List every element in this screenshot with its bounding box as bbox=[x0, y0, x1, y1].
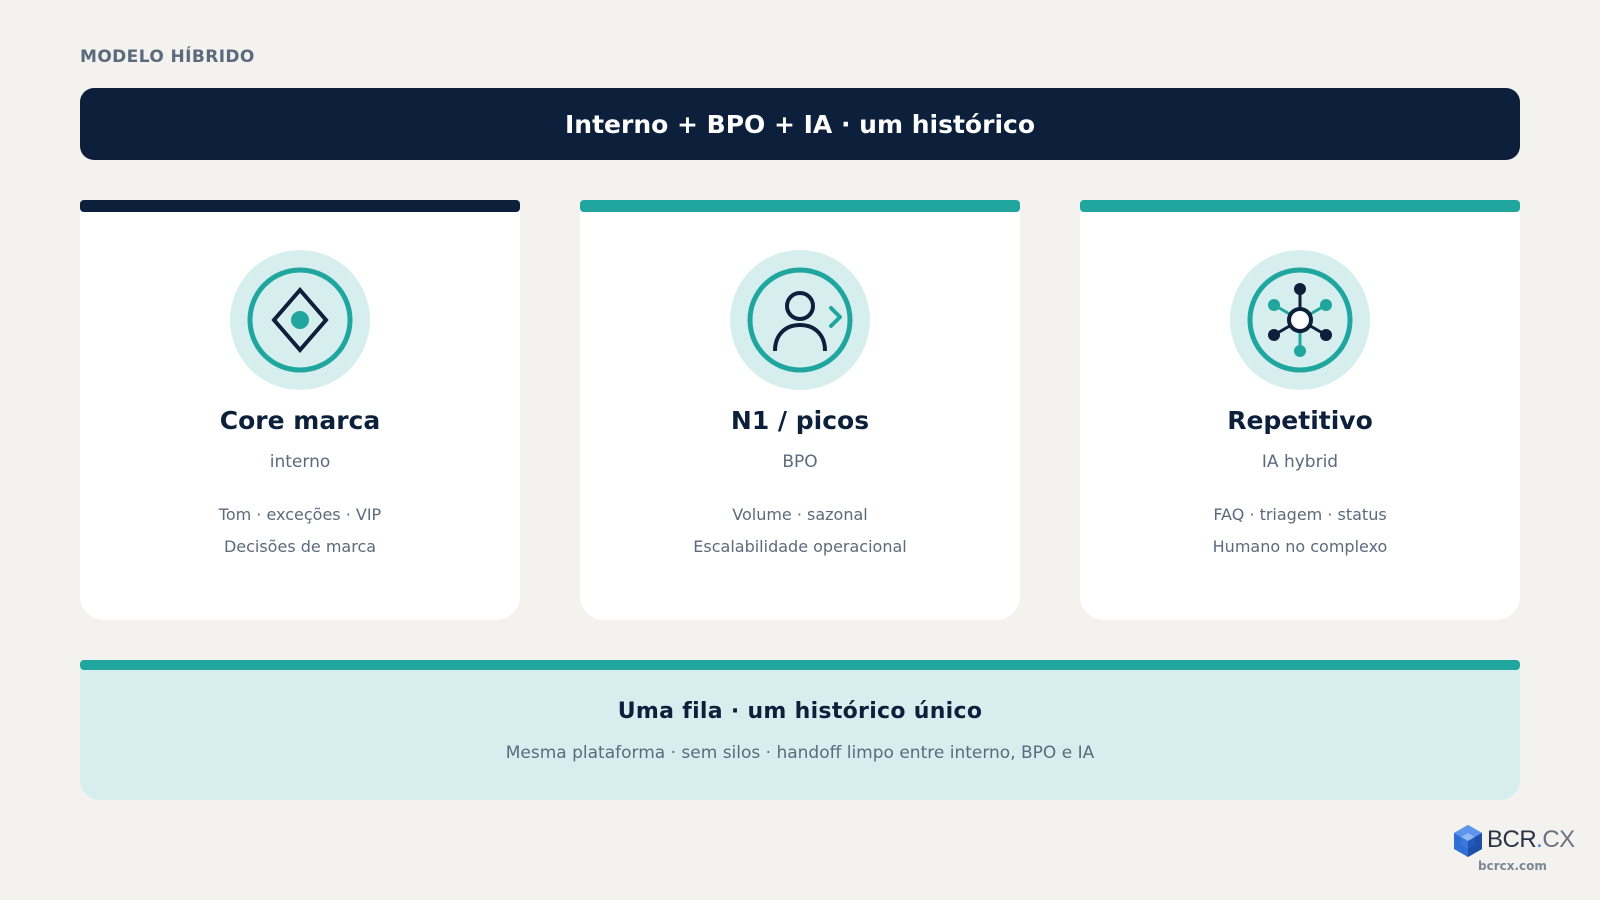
brand-url: bcrcx.com bbox=[1478, 859, 1547, 873]
card-subtitle: interno bbox=[269, 452, 331, 472]
brand-name-suffix: CX bbox=[1542, 826, 1575, 853]
card-detail-line: FAQ · triagem · status bbox=[1213, 505, 1387, 524]
card-accent-bar bbox=[1080, 200, 1520, 212]
card-title: Repetitivo bbox=[1227, 406, 1373, 435]
card-title: Core marca bbox=[219, 406, 381, 435]
banner-title: Interno + BPO + IA · um histórico bbox=[564, 109, 1036, 139]
network-hub-icon bbox=[1230, 250, 1370, 390]
card-subtitle: BPO bbox=[782, 452, 818, 472]
summary-subtitle: Mesma plataforma · sem silos · handoff l… bbox=[505, 743, 1095, 763]
section-eyebrow: MODELO HÍBRIDO bbox=[80, 47, 255, 67]
card-accent-bar bbox=[80, 200, 520, 212]
card-subtitle: IA hybrid bbox=[1261, 452, 1339, 472]
card-core-marca: Core marca interno Tom · exceções · VIP … bbox=[80, 200, 520, 620]
card-detail-line: Escalabilidade operacional bbox=[693, 537, 907, 556]
card-detail-line: Tom · exceções · VIP bbox=[218, 505, 382, 524]
card-accent-bar bbox=[580, 200, 1020, 212]
card-n1-picos: N1 / picos BPO Volume · sazonal Escalabi… bbox=[580, 200, 1020, 620]
diamond-target-icon bbox=[230, 250, 370, 390]
brand-wordmark: BCR.CX bbox=[1487, 826, 1575, 854]
card-body: N1 / picos BPO Volume · sazonal Escalabi… bbox=[580, 212, 1020, 620]
brand-logo: BCR.CX bcrcx.com bbox=[1452, 824, 1582, 874]
cube-logo-icon bbox=[1452, 824, 1484, 858]
summary-box: Uma fila · um histórico único Mesma plat… bbox=[80, 660, 1520, 800]
title-banner: Interno + BPO + IA · um histórico bbox=[80, 88, 1520, 160]
summary-title: Uma fila · um histórico único bbox=[617, 699, 983, 724]
summary-body: Uma fila · um histórico único Mesma plat… bbox=[80, 670, 1520, 800]
brand-name-main: BCR bbox=[1487, 826, 1537, 853]
user-forward-icon bbox=[730, 250, 870, 390]
card-repetitivo: Repetitivo IA hybrid FAQ · triagem · sta… bbox=[1080, 200, 1520, 620]
card-body: Repetitivo IA hybrid FAQ · triagem · sta… bbox=[1080, 212, 1520, 620]
summary-accent-bar bbox=[80, 660, 1520, 670]
card-body: Core marca interno Tom · exceções · VIP … bbox=[80, 212, 520, 620]
card-detail-line: Humano no complexo bbox=[1212, 537, 1388, 556]
card-detail-line: Decisões de marca bbox=[223, 537, 377, 556]
card-title: N1 / picos bbox=[730, 406, 870, 435]
card-detail-line: Volume · sazonal bbox=[732, 505, 868, 524]
